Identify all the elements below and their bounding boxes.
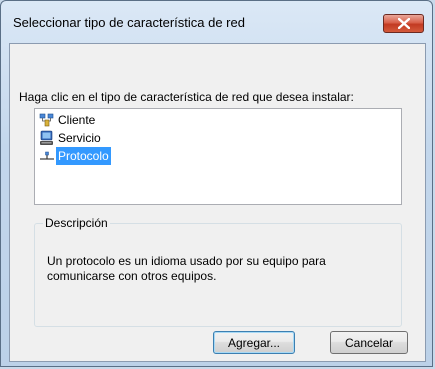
- network-service-icon: [39, 130, 55, 146]
- feature-type-list[interactable]: Cliente Servicio Protocolo: [34, 108, 402, 205]
- dialog-content: Haga clic en el tipo de característica d…: [9, 43, 426, 362]
- close-button[interactable]: [383, 14, 424, 33]
- description-title: Descripción: [43, 216, 110, 230]
- list-item-label: Servicio: [58, 131, 101, 145]
- list-item-servicio[interactable]: Servicio: [39, 129, 103, 147]
- description-text: Un protocolo es un idioma usado por su e…: [47, 254, 326, 283]
- close-icon: [398, 18, 410, 29]
- list-item-label: Protocolo: [56, 147, 111, 165]
- list-item-protocolo[interactable]: Protocolo: [39, 147, 111, 165]
- list-item-label: Cliente: [58, 113, 96, 127]
- dialog-window: Seleccionar tipo de característica de re…: [0, 0, 433, 367]
- window-title: Seleccionar tipo de característica de re…: [13, 15, 245, 30]
- add-button[interactable]: Agregar...: [213, 331, 295, 354]
- list-item-cliente[interactable]: Cliente: [39, 111, 97, 129]
- network-protocol-icon: [39, 148, 55, 164]
- title-bar[interactable]: Seleccionar tipo de característica de re…: [1, 1, 432, 37]
- network-client-icon: [39, 112, 55, 128]
- cancel-button[interactable]: Cancelar: [330, 331, 408, 354]
- description-group: Descripción Un protocolo es un idioma us…: [34, 216, 402, 327]
- instruction-text: Haga clic en el tipo de característica d…: [19, 90, 354, 104]
